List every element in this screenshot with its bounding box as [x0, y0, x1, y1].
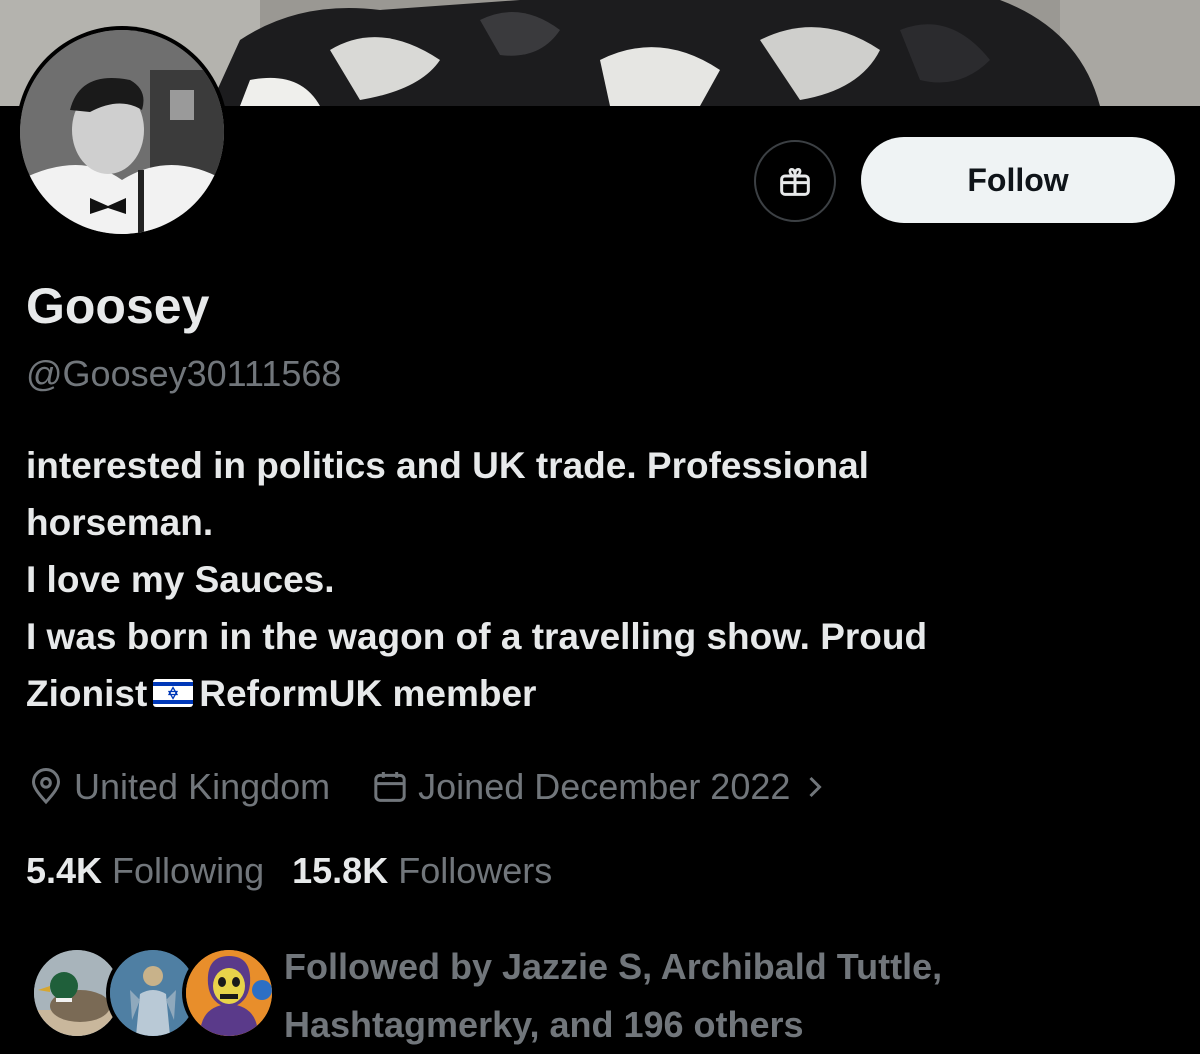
bio-line: I was born in the wagon of a travelling …	[26, 616, 928, 657]
mutual-avatar	[182, 946, 276, 1040]
user-handle: @Goosey30111568	[26, 353, 342, 394]
israel-flag-icon	[153, 679, 194, 708]
followed-by-line: Followed by Jazzie S, Archibald Tuttle,	[284, 946, 943, 987]
display-name: Goosey	[26, 278, 210, 334]
bio-line: horseman.	[26, 502, 214, 543]
followed-by-line: Hashtagmerky, and 196 others	[284, 1004, 804, 1045]
follow-stats: 5.4K Following 15.8K Followers	[26, 846, 552, 896]
followed-by-text: Followed by Jazzie S, Archibald Tuttle, …	[284, 938, 942, 1054]
profile-meta: United Kingdom Joined December 2022	[26, 762, 838, 812]
location-text: United Kingdom	[74, 766, 331, 807]
bio-line: I love my Sauces.	[26, 559, 335, 600]
followed-by-link[interactable]: Followed by Jazzie S, Archibald Tuttle, …	[26, 938, 1176, 1048]
bio-line: Zionist ReformUK member	[26, 665, 1176, 722]
calendar-icon	[374, 772, 406, 802]
following-count: 5.4K	[26, 850, 103, 891]
follow-button[interactable]: Follow	[861, 137, 1175, 223]
gift-button[interactable]	[754, 140, 836, 222]
profile-avatar[interactable]	[16, 26, 228, 238]
chevron-right-icon	[809, 776, 823, 798]
bio-text: Zionist	[26, 673, 148, 714]
avatar-image	[20, 30, 224, 234]
joined-text: Joined December 2022	[418, 766, 791, 807]
following-link[interactable]: 5.4K Following	[26, 850, 264, 892]
skeletor-avatar-image	[186, 950, 272, 1036]
location-pin-icon	[31, 768, 61, 805]
followers-label: Followers	[398, 850, 553, 891]
profile-bio: interested in politics and UK trade. Pro…	[26, 437, 1176, 722]
location: United Kingdom	[26, 766, 330, 808]
joined-date-link[interactable]: Joined December 2022	[370, 766, 838, 808]
gift-icon	[780, 167, 810, 196]
followers-link[interactable]: 15.8K Followers	[292, 850, 552, 892]
following-label: Following	[112, 850, 265, 891]
bio-line: interested in politics and UK trade. Pro…	[26, 445, 869, 486]
followers-count: 15.8K	[292, 850, 389, 891]
bio-text: ReformUK member	[199, 673, 537, 714]
